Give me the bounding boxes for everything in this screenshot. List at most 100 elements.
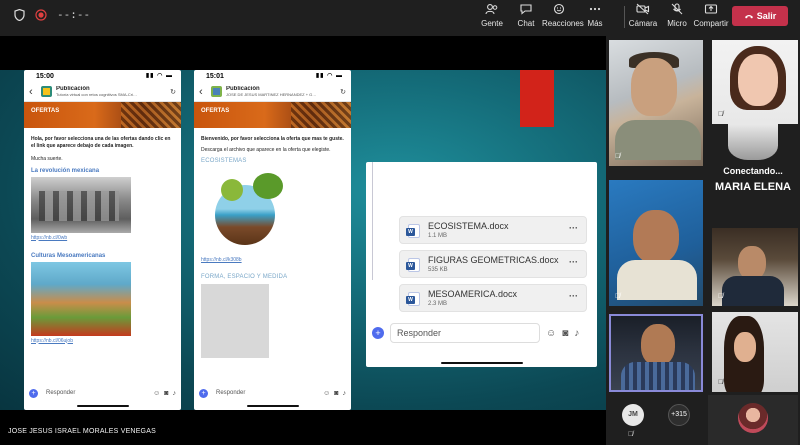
offers-banner: OFERTAS bbox=[194, 102, 351, 128]
camera-icon[interactable]: ◙ bbox=[164, 390, 168, 397]
mic-off-icon: 🎙̸ bbox=[628, 431, 634, 438]
phone-icon bbox=[744, 15, 753, 19]
channel-subtitle: Tutoría virtual con retos cognitivos SMA… bbox=[56, 92, 137, 97]
item-title: La revolución mexicana bbox=[31, 167, 100, 174]
status-time: 15:00 bbox=[36, 73, 54, 80]
add-icon[interactable]: + bbox=[372, 327, 384, 339]
participant-shirt bbox=[617, 260, 697, 300]
toolbar-left: --:-- bbox=[14, 8, 90, 21]
participant-video-tile[interactable]: 🎙̸ bbox=[712, 228, 798, 306]
participant-face bbox=[641, 324, 675, 366]
tree-icon bbox=[221, 179, 243, 201]
mic-icon[interactable]: ♪ bbox=[574, 328, 579, 339]
reply-composer: + Responder ☺ ◙ ♪ bbox=[24, 384, 181, 402]
participant-shirt bbox=[615, 120, 701, 160]
channel-text: Publicación JOSE DE JESUS MARTINEZ HERNA… bbox=[226, 86, 336, 97]
file-menu-icon[interactable]: ··· bbox=[569, 257, 578, 267]
participant-video-tile[interactable]: 🎙̸ bbox=[712, 312, 798, 392]
item-title: FORMA, ESPACIO Y MEDIDA bbox=[201, 274, 288, 280]
people-label: Gente bbox=[481, 19, 503, 28]
camera-button[interactable]: Cámara bbox=[625, 3, 661, 28]
mic-button[interactable]: Micro bbox=[659, 3, 695, 28]
home-indicator bbox=[246, 405, 299, 407]
refresh-icon[interactable]: ↻ bbox=[340, 88, 346, 96]
shared-screen: 15:00 ▮▮ ◠ ▬ ‹ Publicación Tutoría virtu… bbox=[0, 36, 606, 410]
back-arrow-icon[interactable]: ‹ bbox=[29, 86, 37, 98]
more-participants-button[interactable]: +315 bbox=[668, 404, 690, 426]
chat-button[interactable]: Chat bbox=[508, 3, 544, 28]
more-button[interactable]: Más bbox=[577, 3, 613, 28]
post-message: Hola, por favor selecciona una de las of… bbox=[31, 136, 171, 149]
back-arrow-icon[interactable]: ‹ bbox=[199, 86, 207, 98]
item-link[interactable]: https://nb.cl/06ujob bbox=[24, 336, 181, 344]
mic-off-icon: 🎙̸ bbox=[615, 153, 621, 160]
participant-face bbox=[738, 246, 766, 280]
mic-icon[interactable]: ♪ bbox=[173, 390, 177, 397]
add-icon[interactable]: + bbox=[29, 388, 38, 398]
mic-off-icon: 🎙̸ bbox=[615, 293, 621, 300]
mic-icon[interactable]: ♪ bbox=[343, 390, 347, 397]
people-button[interactable]: Gente bbox=[474, 3, 510, 28]
channel-header: ‹ Publicación Tutoría virtual con retos … bbox=[24, 82, 181, 102]
presenter-name-bar: JOSE JESUS ISRAEL MORALES VENEGAS bbox=[0, 410, 606, 445]
reactions-button[interactable]: Reacciones bbox=[542, 3, 584, 28]
participant-video-tile-speaking[interactable] bbox=[609, 314, 703, 392]
file-attachment[interactable]: ECOSISTEMA.docx 1.1 MB ··· bbox=[399, 216, 587, 244]
more-label: Más bbox=[587, 19, 603, 28]
share-icon bbox=[693, 3, 729, 19]
ecosystem-illustration bbox=[201, 167, 301, 255]
refresh-icon[interactable]: ↻ bbox=[170, 88, 176, 96]
camera-label: Cámara bbox=[628, 19, 658, 28]
camera-off-icon bbox=[625, 3, 661, 19]
banner-pattern bbox=[291, 102, 351, 128]
participant-video-tile[interactable]: 🎙̸ bbox=[712, 40, 798, 124]
item-title: ECOSISTEMAS bbox=[201, 158, 247, 164]
self-avatar bbox=[738, 403, 768, 433]
share-button[interactable]: Compartir bbox=[693, 3, 729, 28]
file-size: 2.3 MB bbox=[428, 301, 448, 307]
home-indicator bbox=[441, 362, 523, 364]
reply-input[interactable]: Responder bbox=[212, 390, 319, 396]
leave-button[interactable]: Salir bbox=[732, 6, 788, 26]
add-icon[interactable]: + bbox=[199, 388, 208, 398]
channel-header: ‹ Publicación JOSE DE JESUS MARTINEZ HER… bbox=[194, 82, 351, 102]
emoji-icon[interactable]: ☺ bbox=[323, 390, 330, 397]
mesoamerica-illustration bbox=[31, 261, 131, 336]
channel-text: Publicación Tutoría virtual con retos co… bbox=[56, 86, 166, 97]
participant-avatar[interactable]: JM bbox=[622, 404, 644, 426]
reply-input[interactable]: Responder bbox=[390, 323, 540, 343]
self-view-tile[interactable] bbox=[708, 395, 798, 445]
item-link[interactable]: https://nb.cl/0wb bbox=[24, 233, 181, 241]
file-menu-icon[interactable]: ··· bbox=[569, 223, 578, 233]
image-placeholder bbox=[201, 284, 269, 358]
banner-pattern bbox=[121, 102, 181, 128]
item-title: Culturas Mesoamericanas bbox=[31, 252, 106, 259]
file-menu-icon[interactable]: ··· bbox=[569, 291, 578, 301]
emoji-icon[interactable]: ☺ bbox=[153, 390, 160, 397]
mic-off-icon: 🎙̸ bbox=[718, 111, 724, 118]
file-attachment[interactable]: FIGURAS GEOMETRICAS.docx 535 KB ··· bbox=[399, 250, 587, 278]
participant-suit bbox=[722, 276, 784, 306]
reply-composer: + Responder ☺ ◙ ♪ bbox=[194, 384, 351, 402]
connecting-label: Conectando... bbox=[723, 166, 783, 176]
file-name: MESOAMERICA.docx bbox=[428, 289, 518, 299]
participant-face bbox=[734, 332, 756, 362]
post-instruction: Descarga el archivo que aparece en la of… bbox=[201, 146, 331, 153]
item-link[interactable]: https://nb.cl/k308b bbox=[194, 255, 351, 263]
banner-title: OFERTAS bbox=[201, 108, 230, 114]
participant-photo bbox=[728, 124, 778, 160]
file-attachment[interactable]: MESOAMERICA.docx 2.3 MB ··· bbox=[399, 284, 587, 312]
camera-icon[interactable]: ◙ bbox=[562, 328, 568, 339]
word-doc-icon bbox=[406, 224, 420, 238]
mic-off-icon: 🎙̸ bbox=[718, 379, 724, 386]
camera-icon[interactable]: ◙ bbox=[334, 390, 338, 397]
participant-video-tile[interactable]: 🎙̸ bbox=[609, 40, 703, 166]
post-message: Bienvenido, por favor selecciona la ofer… bbox=[201, 136, 344, 142]
share-label: Compartir bbox=[693, 19, 729, 28]
channel-icon bbox=[41, 86, 52, 97]
participant-video-tile[interactable]: 🎙̸ bbox=[609, 180, 703, 306]
emoji-icon[interactable]: ☺ bbox=[546, 328, 556, 339]
reply-input[interactable]: Responder bbox=[42, 390, 149, 396]
participant-connecting-tile: Conectando... MARIA ELENA bbox=[712, 124, 798, 224]
participant-shirt bbox=[621, 362, 695, 390]
